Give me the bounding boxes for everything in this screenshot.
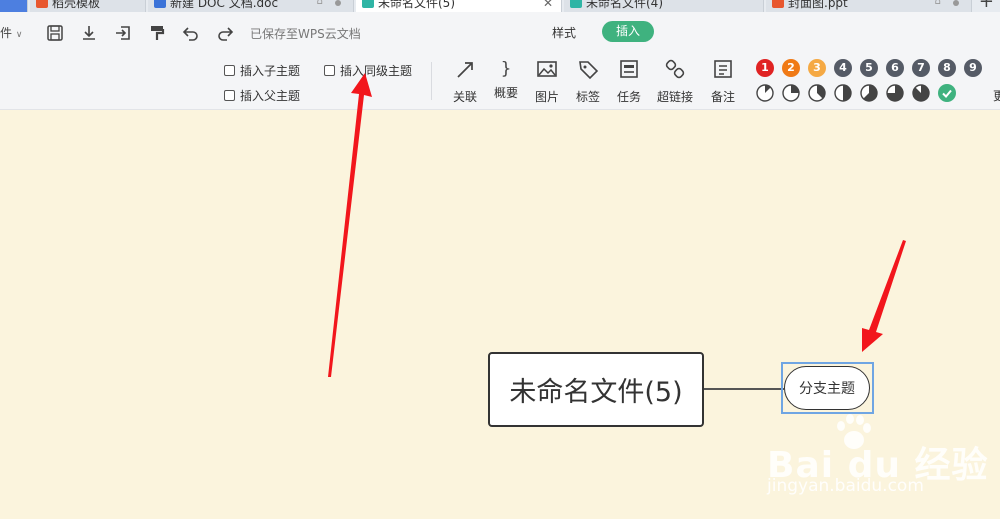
undo-icon[interactable] [182,24,200,42]
progress-6-icon[interactable] [886,84,904,102]
tab-home[interactable] [0,0,28,12]
central-topic[interactable]: 未命名文件(5) [488,352,704,427]
summary-button[interactable]: } 概要 [489,58,523,101]
branch-connector [704,388,784,390]
format-painter-icon[interactable] [148,24,166,42]
button-label: 插入同级主题 [340,64,413,78]
arrow-link-icon [457,62,473,78]
priority-7-icon[interactable]: 7 [912,59,930,77]
relation-button[interactable]: 关联 [448,58,482,105]
tab-strip: 稻壳模板 新建 DOC 文档.doc ⌂ 未命名文件(5) ✕ 未命名文件(4)… [0,0,1000,12]
save-icon[interactable] [46,24,64,42]
hyperlink-button[interactable]: 超链接 [653,58,697,105]
tab-style[interactable]: 样式 [552,24,576,41]
mindmap-icon [570,0,582,8]
progress-3-icon[interactable] [808,84,826,102]
insert-sibling-topic-button[interactable]: 插入同级主题 [324,62,412,79]
insert-parent-topic-button[interactable]: 插入父主题 [224,87,300,104]
button-label: 图片 [534,90,559,104]
unsaved-dot-icon [953,0,959,6]
download-icon[interactable] [80,24,98,42]
progress-7-icon[interactable] [912,84,930,102]
progress-5-icon[interactable] [860,84,878,102]
ppt-icon [772,0,784,8]
button-label: 插入父主题 [240,89,301,103]
save-status: 已保存至WPS云文档 [250,27,361,41]
progress-1-icon[interactable] [756,84,774,102]
button-label: 插入子主题 [240,64,301,78]
progress-2-icon[interactable] [782,84,800,102]
priority-6-icon[interactable]: 6 [886,59,904,77]
tab-doc-file[interactable]: 新建 DOC 文档.doc ⌂ [148,0,354,12]
tab-label: 新建 DOC 文档.doc [170,0,279,10]
priority-4-icon[interactable]: 4 [834,59,852,77]
insert-ribbon: 插入子主题 插入同级主题 插入父主题 关联 } 概要 图片 标签 任务 超链接 … [0,52,1000,110]
tab-docer-templates[interactable]: 稻壳模板 [30,0,146,12]
new-tab-plus-icon[interactable]: + [979,0,994,12]
tab-label: 未命名文件(5) [378,0,455,10]
branch-topic[interactable]: 分支主题 [784,366,870,410]
more-label[interactable]: 更 [993,87,1000,104]
button-label: 超链接 [656,90,693,104]
tab-untitled-5[interactable]: 未命名文件(5) ✕ [356,0,562,12]
tab-ppt-file[interactable]: 封面图.ppt ⌂ [766,0,972,12]
tag-button[interactable]: 标签 [571,58,605,105]
task-button[interactable]: 任务 [612,58,646,105]
quick-toolbar: 件 ∨ 已保存至WPS云文档 样式 插入 [0,12,1000,52]
image-icon [537,61,557,77]
close-tab-icon[interactable]: ✕ [543,0,553,10]
priority-3-icon[interactable]: 3 [808,59,826,77]
note-button[interactable]: 备注 [706,58,740,105]
button-label: 概要 [493,86,518,100]
priority-8-icon[interactable]: 8 [938,59,956,77]
tag-icon [579,61,599,80]
priority-1-icon[interactable]: 1 [756,59,774,77]
hyperlink-icon [665,59,685,79]
priority-9-icon[interactable]: 9 [964,59,982,77]
export-icon[interactable] [114,24,132,42]
mindmap-icon [362,0,374,8]
priority-2-icon[interactable]: 2 [782,59,800,77]
redo-icon[interactable] [216,24,234,42]
pin-icon[interactable]: ⌂ [935,0,941,7]
tab-label: 封面图.ppt [788,0,848,10]
baidu-jingyan-watermark: Bai du 经验 jingyan.baidu.com [765,414,995,516]
sibling-topic-icon [324,65,335,76]
insert-child-topic-button[interactable]: 插入子主题 [224,62,300,79]
button-label: 关联 [452,90,477,104]
tab-untitled-4[interactable]: 未命名文件(4) [564,0,764,12]
button-label: 备注 [710,90,735,104]
tab-label: 未命名文件(4) [586,0,663,10]
pin-icon[interactable]: ⌂ [317,0,323,7]
image-button[interactable]: 图片 [530,58,564,105]
child-topic-icon [224,65,235,76]
file-menu[interactable]: 件 ∨ [0,24,22,41]
word-doc-icon [154,0,166,8]
chevron-down-icon: ∨ [15,30,23,40]
progress-4-icon[interactable] [834,84,852,102]
ribbon-divider [431,62,432,100]
button-label: 任务 [616,90,641,104]
task-icon [620,60,638,78]
docer-icon [36,0,48,8]
summary-brace-icon: } [500,59,512,79]
unsaved-dot-icon [335,0,341,6]
priority-5-icon[interactable]: 5 [860,59,878,77]
watermark-url: jingyan.baidu.com [767,476,924,496]
tab-label: 稻壳模板 [52,0,101,10]
parent-topic-icon [224,90,235,101]
progress-done-icon[interactable] [938,84,956,102]
note-icon [714,60,732,78]
button-label: 标签 [575,90,600,104]
tab-insert[interactable]: 插入 [602,21,654,42]
